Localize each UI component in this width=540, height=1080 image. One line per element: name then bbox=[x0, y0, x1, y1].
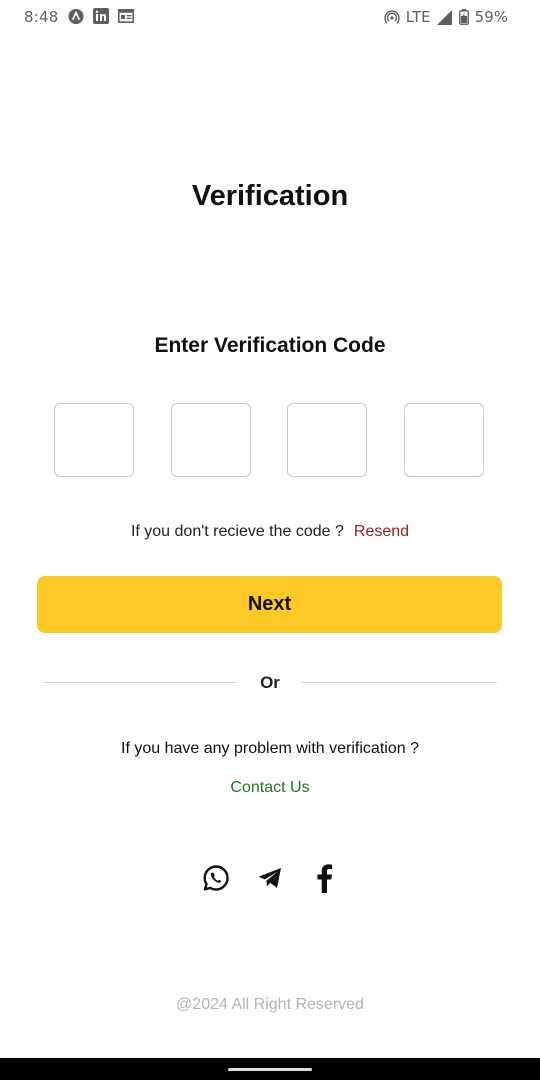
divider-or-text: Or bbox=[260, 673, 280, 692]
app-a-icon bbox=[68, 8, 84, 24]
social-icons bbox=[0, 862, 540, 894]
code-input-1[interactable] bbox=[54, 403, 134, 477]
facebook-icon[interactable] bbox=[309, 862, 339, 894]
hotspot-icon bbox=[384, 9, 400, 25]
divider-right bbox=[301, 682, 497, 683]
battery-level: 59% bbox=[474, 8, 508, 26]
contact-row: Contact Us bbox=[0, 779, 540, 797]
battery-icon bbox=[458, 9, 469, 25]
notification-icons bbox=[68, 8, 134, 24]
code-input-3[interactable] bbox=[287, 403, 367, 477]
code-input-4[interactable] bbox=[404, 403, 484, 477]
resend-row: If you don't recieve the code ? Resend bbox=[0, 523, 540, 541]
system-nav-bar bbox=[0, 1058, 540, 1080]
code-input-2[interactable] bbox=[171, 403, 251, 477]
next-button-label: Next bbox=[247, 593, 292, 615]
status-time: 8:48 bbox=[24, 8, 59, 26]
signal-icon bbox=[437, 9, 453, 25]
page-title: Verification bbox=[191, 180, 349, 212]
linkedin-icon bbox=[93, 8, 109, 24]
resend-link[interactable]: Resend bbox=[354, 523, 409, 540]
footer-copyright: @2024 All Right Reserved bbox=[176, 996, 364, 1013]
home-indicator[interactable] bbox=[228, 1068, 312, 1071]
verification-code-heading: Enter Verification Code bbox=[154, 334, 386, 357]
next-button[interactable]: Next bbox=[37, 576, 502, 633]
problem-prompt: If you have any problem with verificatio… bbox=[121, 740, 419, 757]
whatsapp-icon[interactable] bbox=[201, 862, 231, 894]
resend-prompt: If you don't recieve the code ? bbox=[130, 523, 344, 540]
telegram-icon[interactable] bbox=[255, 862, 285, 894]
network-type: LTE bbox=[405, 8, 431, 26]
contact-us-link[interactable]: Contact Us bbox=[230, 779, 309, 796]
status-bar: 8:48 LTE 59% bbox=[0, 0, 540, 34]
status-right: LTE 59% bbox=[384, 8, 508, 26]
news-icon bbox=[118, 8, 134, 24]
